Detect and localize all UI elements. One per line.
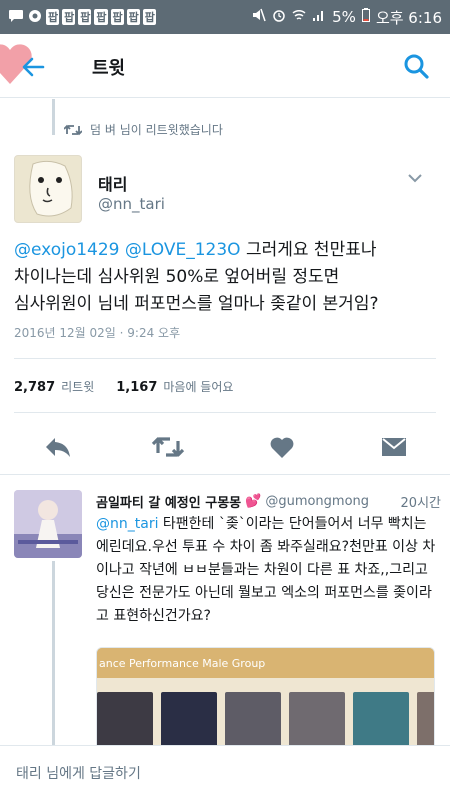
heart-icon (270, 437, 294, 458)
mention-link[interactable]: @LOVE_123O (125, 240, 241, 260)
alarm-icon (272, 8, 286, 26)
media-thumbnail (225, 692, 282, 745)
retweet-count-label[interactable]: 리트윗 (61, 378, 94, 395)
battery-level: 5% (332, 8, 356, 26)
app-badge-icon: 팝 (94, 9, 108, 25)
arrow-left-icon (22, 57, 45, 77)
search-button[interactable] (402, 52, 430, 80)
media-thumbnail (97, 692, 154, 745)
chevron-down-icon (408, 174, 422, 183)
tweet-text-line2: 차이나는데 심사위원 50%로 엎어버릴 정도면 (14, 267, 340, 287)
like-count[interactable]: 1,167 (116, 380, 157, 395)
media-thumbnail (417, 692, 434, 745)
media-card[interactable]: ance Performance Male Group (96, 647, 435, 745)
app-badge-icon: 팝 (126, 9, 140, 25)
divider (14, 358, 436, 359)
like-count-label[interactable]: 마음에 들어요 (163, 378, 233, 395)
mention-link[interactable]: @nn_tari (96, 516, 158, 532)
envelope-icon (382, 438, 406, 456)
reply-timestamp: 20시간 (400, 496, 441, 511)
clock: 오후 6:16 (375, 8, 442, 27)
like-button[interactable] (262, 427, 302, 467)
tweet-detail: 덤 벼 님이 리트윗했습니다 태리 @nn_tari @exojo1429 @L… (0, 99, 450, 745)
app-badge-icon: 팝 (62, 9, 76, 25)
media-thumbnails (97, 678, 434, 745)
app-badge-icon: 팝 (78, 9, 92, 25)
tweet-stats: 2,787 리트윗 1,167 마음에 들어요 (14, 378, 233, 395)
page-title: 트윗 (92, 58, 126, 79)
media-thumbnail (289, 692, 346, 745)
reply-author-handle[interactable]: @gumongmong (265, 494, 369, 509)
tweet-timestamp: 2016년 12월 02일 · 9:24 오후 (14, 326, 181, 340)
tweet-text-line3: 심사위원이 님네 퍼포먼스를 얼마나 좆같이 본거임? (14, 294, 379, 314)
reply-text: @nn_tari 타팬한테 `좆`이라는 단어들어서 너무 빡치는 에린데요.우… (96, 513, 441, 628)
reply-body: 타팬한테 `좆`이라는 단어들어서 너무 빡치는 에린데요.우선 투표 수 차이… (96, 516, 436, 624)
thread-line (52, 561, 55, 745)
battery-icon (361, 8, 370, 26)
tweet-text: @exojo1429 @LOVE_123O 그러게요 천만표나 차이나는데 심사… (14, 237, 444, 318)
retweet-icon (64, 124, 82, 135)
avatar[interactable] (14, 490, 82, 558)
avatar-face-drawing (29, 160, 73, 217)
status-bar: 팝 팝 팝 팝 팝 팝 팝 5% 오후 6:16 (0, 0, 450, 34)
retweet-context[interactable]: 덤 벼 님이 리트윗했습니다 (64, 121, 223, 138)
media-thumbnail (353, 692, 410, 745)
media-card-header: ance Performance Male Group (97, 648, 434, 678)
cloud-icon (27, 9, 43, 26)
back-button[interactable] (18, 52, 48, 82)
reply-composer[interactable]: 태리 님에게 답글하기 (0, 745, 450, 800)
divider (0, 474, 450, 475)
retweet-context-label: 덤 벼 님이 리트윗했습니다 (90, 123, 223, 137)
thread-line (52, 99, 55, 135)
reply-header: 곰일파티 갈 예정인 구몽몽 💕 @gumongmong 20시간 (96, 492, 441, 511)
tweet-text-line1: 그러게요 천만표나 (240, 240, 377, 260)
mention-link[interactable]: @exojo1429 (14, 240, 120, 260)
chat-bubble-icon (8, 9, 24, 26)
avatar-photo (14, 490, 82, 558)
reply-author-name[interactable]: 곰일파티 갈 예정인 구몽몽 (96, 492, 241, 511)
app-badge-icon: 팝 (110, 9, 124, 25)
hearts-emoji-icon: 💕 (245, 494, 262, 509)
tweet-menu-button[interactable] (406, 169, 424, 187)
mute-icon (252, 8, 266, 26)
app-badge-icon: 팝 (142, 9, 156, 25)
media-thumbnail (161, 692, 218, 745)
signal-icon (312, 8, 326, 26)
avatar[interactable] (14, 155, 82, 223)
search-icon (404, 54, 429, 79)
app-header: 트윗 (0, 34, 450, 98)
retweet-count[interactable]: 2,787 (14, 380, 55, 395)
direct-message-button[interactable] (374, 427, 414, 467)
author-name[interactable]: 태리 (98, 171, 127, 195)
retweet-button[interactable] (148, 427, 188, 467)
reply-icon (46, 438, 70, 457)
app-badge-icon: 팝 (46, 9, 60, 25)
reply-button[interactable] (38, 427, 78, 467)
author-handle[interactable]: @nn_tari (98, 195, 165, 213)
wifi-icon (292, 8, 306, 26)
reply-input[interactable]: 태리 님에게 답글하기 (16, 763, 141, 783)
retweet-icon (151, 437, 185, 457)
notification-icons: 팝 팝 팝 팝 팝 팝 팝 (8, 9, 252, 26)
system-indicators: 5% 오후 6:16 (252, 7, 442, 28)
divider (14, 412, 436, 413)
